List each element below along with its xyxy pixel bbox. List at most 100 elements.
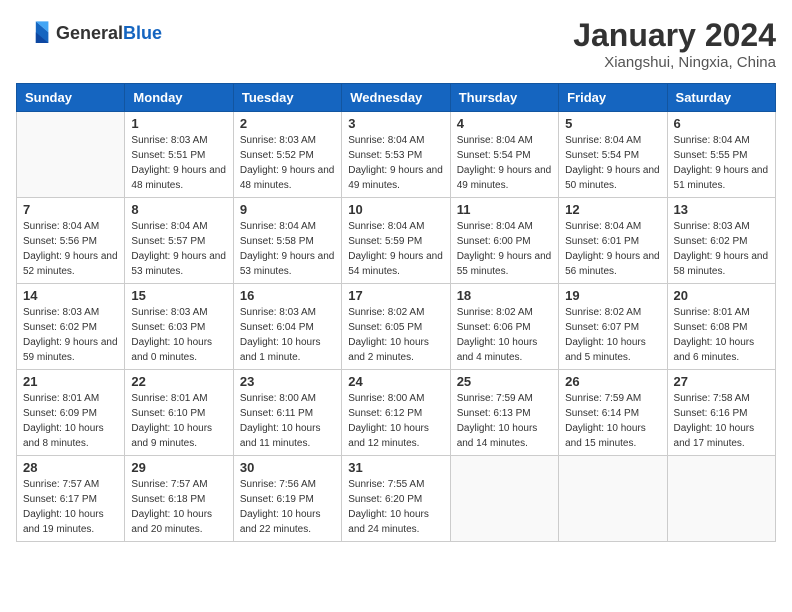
- day-number: 4: [457, 116, 552, 131]
- calendar-cell: 3Sunrise: 8:04 AMSunset: 5:53 PMDaylight…: [342, 112, 450, 198]
- calendar-cell: 8Sunrise: 8:04 AMSunset: 5:57 PMDaylight…: [125, 198, 233, 284]
- day-detail: Sunrise: 7:57 AMSunset: 6:17 PMDaylight:…: [23, 477, 118, 537]
- day-detail: Sunrise: 8:04 AMSunset: 6:01 PMDaylight:…: [565, 219, 660, 279]
- column-header-friday: Friday: [559, 84, 667, 112]
- calendar-cell: 31 Sunrise: 7:55 AMSunset: 6:20 PMDayligh…: [342, 456, 450, 542]
- calendar-cell: 9 Sunrise: 8:04 AMSunset: 5:58 PMDaylight…: [233, 198, 341, 284]
- page-header: GeneralBlue January 2024 Xiangshui, Ning…: [16, 16, 776, 71]
- day-number: 15: [131, 288, 226, 303]
- week-row-2: 7 Sunrise: 8:04 AMSunset: 5:56 PMDaylight…: [17, 198, 776, 284]
- day-number: 12: [565, 202, 660, 217]
- day-number: 31: [348, 460, 443, 475]
- day-detail: Sunrise: 8:00 AMSunset: 6:11 PMDaylight:…: [240, 391, 335, 451]
- day-detail: Sunrise: 7:58 AMSunset: 6:16 PMDaylight:…: [674, 391, 769, 451]
- day-number: 11: [457, 202, 552, 217]
- day-detail: Sunrise: 8:03 AMSunset: 6:02 PMDaylight:…: [674, 219, 769, 279]
- calendar-cell: 13 Sunrise: 8:03 AMSunset: 6:02 PMDayligh…: [667, 198, 775, 284]
- day-detail: Sunrise: 7:59 AMSunset: 6:14 PMDaylight:…: [565, 391, 660, 451]
- calendar-table: SundayMondayTuesdayWednesdayThursdayFrid…: [16, 83, 776, 542]
- day-detail: Sunrise: 8:01 AMSunset: 6:09 PMDaylight:…: [23, 391, 118, 451]
- calendar-cell: 21 Sunrise: 8:01 AMSunset: 6:09 PMDayligh…: [17, 370, 125, 456]
- calendar-cell: 2Sunrise: 8:03 AMSunset: 5:52 PMDaylight…: [233, 112, 341, 198]
- day-number: 17: [348, 288, 443, 303]
- calendar-cell: 15 Sunrise: 8:03 AMSunset: 6:03 PMDayligh…: [125, 284, 233, 370]
- day-detail: Sunrise: 7:55 AMSunset: 6:20 PMDaylight:…: [348, 477, 443, 537]
- calendar-cell: 30 Sunrise: 7:56 AMSunset: 6:19 PMDayligh…: [233, 456, 341, 542]
- day-detail: Sunrise: 7:59 AMSunset: 6:13 PMDaylight:…: [457, 391, 552, 451]
- day-number: 24: [348, 374, 443, 389]
- calendar-cell: 4 Sunrise: 8:04 AMSunset: 5:54 PMDaylight…: [450, 112, 558, 198]
- day-detail: Sunrise: 8:03 AMSunset: 6:02 PMDaylight:…: [23, 305, 118, 365]
- calendar-cell: 1 Sunrise: 8:03 AMSunset: 5:51 PMDaylight…: [125, 112, 233, 198]
- calendar-cell: 5 Sunrise: 8:04 AMSunset: 5:54 PMDaylight…: [559, 112, 667, 198]
- calendar-cell: 27 Sunrise: 7:58 AMSunset: 6:16 PMDayligh…: [667, 370, 775, 456]
- calendar-cell: 19 Sunrise: 8:02 AMSunset: 6:07 PMDayligh…: [559, 284, 667, 370]
- day-number: 18: [457, 288, 552, 303]
- day-detail: Sunrise: 8:02 AMSunset: 6:06 PMDaylight:…: [457, 305, 552, 365]
- day-detail: Sunrise: 8:04 AMSunset: 5:54 PMDaylight:…: [457, 133, 552, 193]
- column-header-saturday: Saturday: [667, 84, 775, 112]
- day-number: 6: [674, 116, 769, 131]
- day-number: 30: [240, 460, 335, 475]
- day-detail: Sunrise: 8:03 AMSunset: 6:04 PMDaylight:…: [240, 305, 335, 365]
- calendar-cell: 18 Sunrise: 8:02 AMSunset: 6:06 PMDayligh…: [450, 284, 558, 370]
- logo: GeneralBlue: [16, 16, 162, 52]
- day-detail: Sunrise: 8:04 AMSunset: 5:54 PMDaylight:…: [565, 133, 660, 193]
- day-number: 2: [240, 116, 335, 131]
- column-header-sunday: Sunday: [17, 84, 125, 112]
- calendar-cell: 25Sunrise: 7:59 AMSunset: 6:13 PMDayligh…: [450, 370, 558, 456]
- day-detail: Sunrise: 8:04 AMSunset: 5:59 PMDaylight:…: [348, 219, 443, 279]
- week-row-4: 21 Sunrise: 8:01 AMSunset: 6:09 PMDayligh…: [17, 370, 776, 456]
- calendar-cell: [450, 456, 558, 542]
- day-number: 9: [240, 202, 335, 217]
- day-number: 3: [348, 116, 443, 131]
- calendar-cell: 26 Sunrise: 7:59 AMSunset: 6:14 PMDayligh…: [559, 370, 667, 456]
- day-detail: Sunrise: 7:57 AMSunset: 6:18 PMDaylight:…: [131, 477, 226, 537]
- day-number: 13: [674, 202, 769, 217]
- calendar-cell: 12 Sunrise: 8:04 AMSunset: 6:01 PMDayligh…: [559, 198, 667, 284]
- calendar-cell: 28Sunrise: 7:57 AMSunset: 6:17 PMDayligh…: [17, 456, 125, 542]
- day-detail: Sunrise: 8:00 AMSunset: 6:12 PMDaylight:…: [348, 391, 443, 451]
- day-number: 27: [674, 374, 769, 389]
- calendar-cell: [17, 112, 125, 198]
- day-number: 20: [674, 288, 769, 303]
- week-row-3: 14Sunrise: 8:03 AMSunset: 6:02 PMDayligh…: [17, 284, 776, 370]
- title-block: January 2024 Xiangshui, Ningxia, China: [573, 16, 776, 71]
- day-detail: Sunrise: 8:03 AMSunset: 5:51 PMDaylight:…: [131, 133, 226, 193]
- calendar-cell: 10Sunrise: 8:04 AMSunset: 5:59 PMDayligh…: [342, 198, 450, 284]
- calendar-cell: 17Sunrise: 8:02 AMSunset: 6:05 PMDayligh…: [342, 284, 450, 370]
- day-detail: Sunrise: 7:56 AMSunset: 6:19 PMDaylight:…: [240, 477, 335, 537]
- day-detail: Sunrise: 8:04 AMSunset: 5:56 PMDaylight:…: [23, 219, 118, 279]
- day-number: 1: [131, 116, 226, 131]
- calendar-cell: 6Sunrise: 8:04 AMSunset: 5:55 PMDaylight…: [667, 112, 775, 198]
- calendar-cell: 16Sunrise: 8:03 AMSunset: 6:04 PMDayligh…: [233, 284, 341, 370]
- day-number: 26: [565, 374, 660, 389]
- day-detail: Sunrise: 8:04 AMSunset: 5:57 PMDaylight:…: [131, 219, 226, 279]
- day-number: 23: [240, 374, 335, 389]
- logo-text: GeneralBlue: [56, 24, 162, 44]
- day-number: 5: [565, 116, 660, 131]
- calendar-cell: 20 Sunrise: 8:01 AMSunset: 6:08 PMDayligh…: [667, 284, 775, 370]
- day-detail: Sunrise: 8:03 AMSunset: 6:03 PMDaylight:…: [131, 305, 226, 365]
- day-number: 22: [131, 374, 226, 389]
- calendar-cell: 29Sunrise: 7:57 AMSunset: 6:18 PMDayligh…: [125, 456, 233, 542]
- week-row-1: 1 Sunrise: 8:03 AMSunset: 5:51 PMDaylight…: [17, 112, 776, 198]
- day-detail: Sunrise: 8:04 AMSunset: 6:00 PMDaylight:…: [457, 219, 552, 279]
- day-number: 21: [23, 374, 118, 389]
- calendar-cell: [667, 456, 775, 542]
- calendar-header-row: SundayMondayTuesdayWednesdayThursdayFrid…: [17, 84, 776, 112]
- calendar-cell: 22Sunrise: 8:01 AMSunset: 6:10 PMDayligh…: [125, 370, 233, 456]
- day-detail: Sunrise: 8:04 AMSunset: 5:58 PMDaylight:…: [240, 219, 335, 279]
- column-header-wednesday: Wednesday: [342, 84, 450, 112]
- calendar-cell: 23 Sunrise: 8:00 AMSunset: 6:11 PMDayligh…: [233, 370, 341, 456]
- calendar-subtitle: Xiangshui, Ningxia, China: [573, 54, 776, 71]
- calendar-cell: 14Sunrise: 8:03 AMSunset: 6:02 PMDayligh…: [17, 284, 125, 370]
- day-detail: Sunrise: 8:01 AMSunset: 6:08 PMDaylight:…: [674, 305, 769, 365]
- week-row-5: 28Sunrise: 7:57 AMSunset: 6:17 PMDayligh…: [17, 456, 776, 542]
- calendar-title: January 2024: [573, 16, 776, 54]
- column-header-tuesday: Tuesday: [233, 84, 341, 112]
- column-header-monday: Monday: [125, 84, 233, 112]
- day-number: 7: [23, 202, 118, 217]
- day-detail: Sunrise: 8:02 AMSunset: 6:07 PMDaylight:…: [565, 305, 660, 365]
- day-number: 19: [565, 288, 660, 303]
